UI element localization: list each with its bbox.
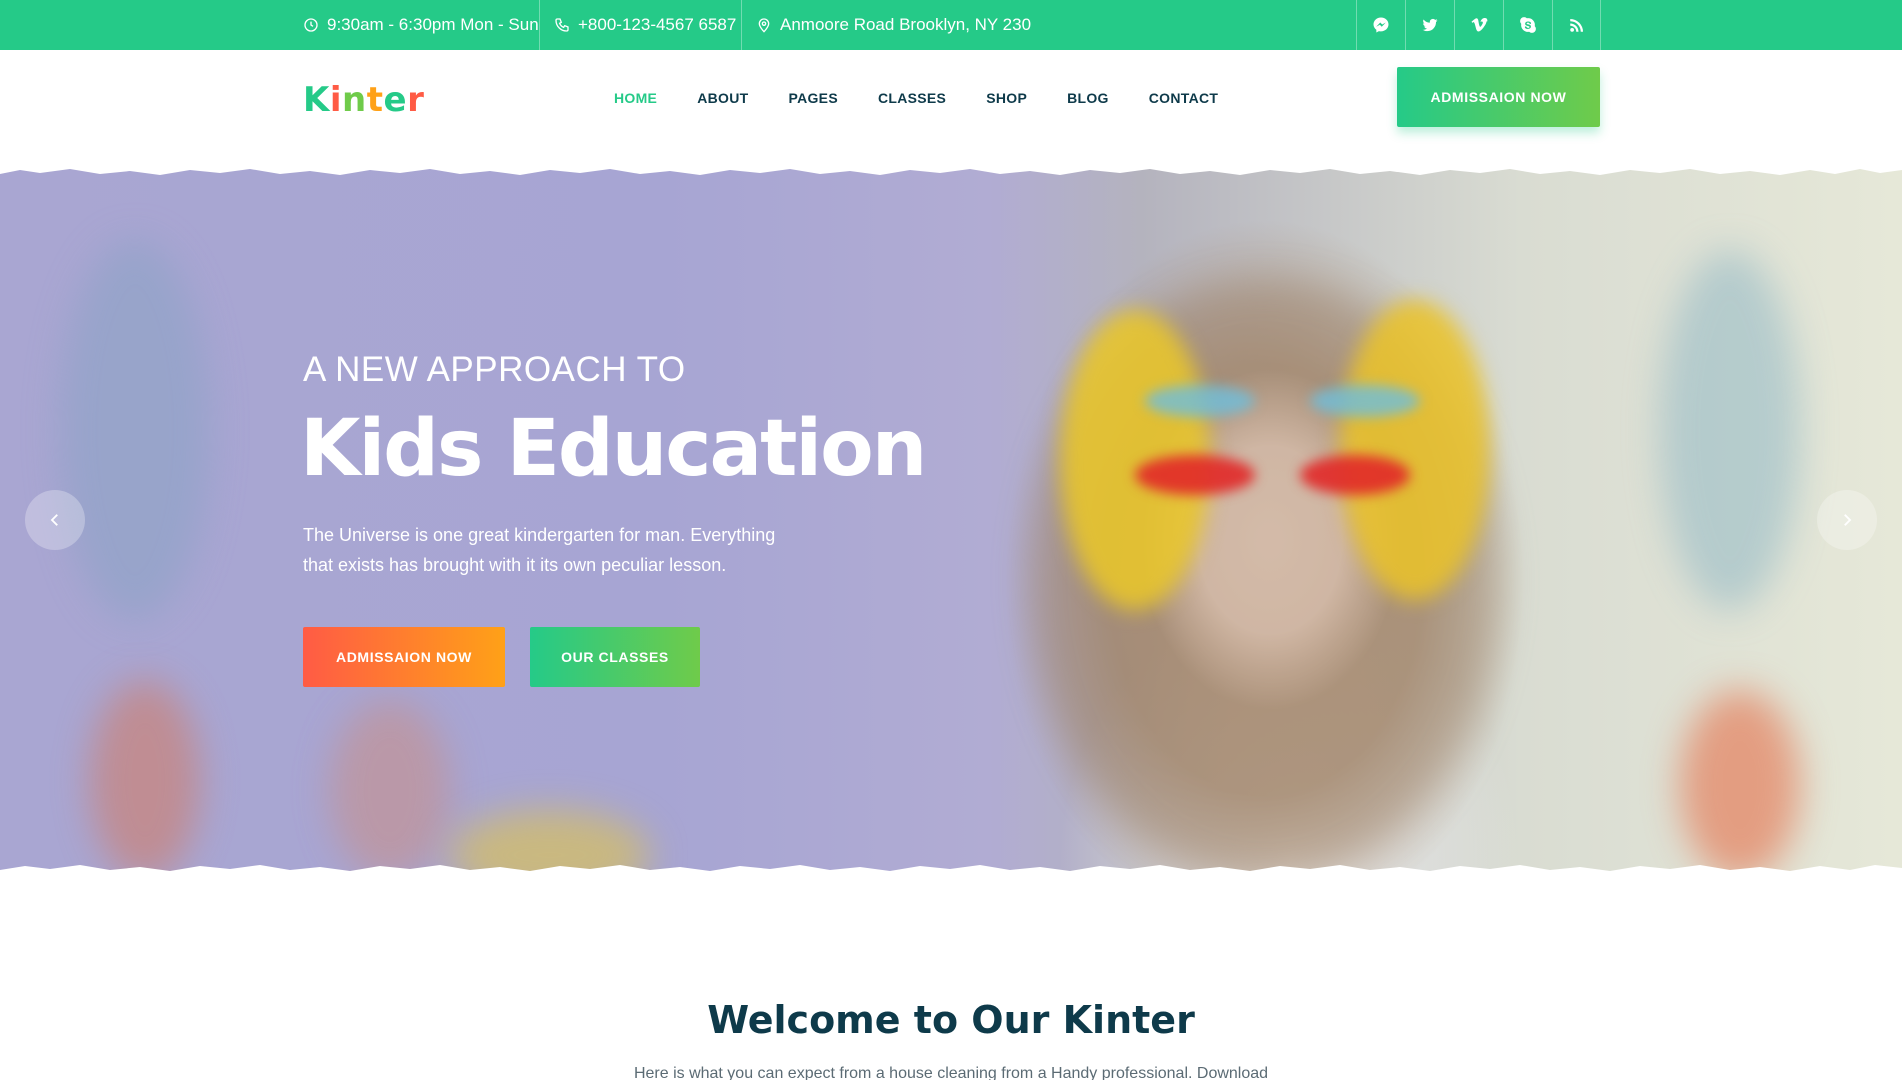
vimeo-icon[interactable] [1454, 0, 1503, 50]
chevron-left-icon [50, 514, 58, 526]
hero-background-shape [90, 680, 200, 880]
messenger-icon[interactable] [1356, 0, 1405, 50]
slider-next-button[interactable] [1817, 490, 1877, 550]
nav-classes[interactable]: CLASSES [878, 90, 946, 106]
hours-info: 9:30am - 6:30pm Mon - Sun [303, 0, 539, 50]
torn-edge-top [0, 160, 1902, 175]
hero-admission-button[interactable]: ADMISSAION NOW [303, 627, 505, 687]
hero-background-shape [1680, 690, 1800, 880]
admission-button[interactable]: ADMISSAION NOW [1397, 67, 1600, 127]
hero-description: The Universe is one great kindergarten f… [303, 525, 776, 575]
nav-blog[interactable]: BLOG [1067, 90, 1109, 106]
main-nav: HOME ABOUT PAGES CLASSES SHOP BLOG CONTA… [614, 90, 1258, 106]
skype-icon[interactable] [1503, 0, 1552, 50]
section-text: Here is what you can expect from a house… [633, 1065, 1269, 1080]
logo-letter: K [303, 80, 330, 120]
site-header: Kinter HOME ABOUT PAGES CLASSES SHOP BLO… [0, 50, 1902, 160]
slider-prev-button[interactable] [25, 490, 85, 550]
map-pin-icon [758, 18, 770, 33]
hero-background-shape [1310, 385, 1420, 417]
section-title: Welcome to Our Kinter [707, 998, 1195, 1042]
hero-background-shape [1135, 455, 1255, 495]
hero-background-shape [1145, 385, 1255, 417]
twitter-icon[interactable] [1405, 0, 1454, 50]
phone-info[interactable]: +800-123-4567 6587 [554, 0, 736, 50]
logo-letter: n [342, 80, 367, 120]
logo-letter: e [383, 80, 408, 120]
chevron-right-icon [1844, 514, 1852, 526]
logo-letter: r [407, 80, 425, 120]
hero-background-shape [1300, 455, 1410, 495]
hero-pretitle: A NEW APPROACH TO [303, 350, 686, 389]
hours-text: 9:30am - 6:30pm Mon - Sun [327, 15, 539, 34]
nav-shop[interactable]: SHOP [986, 90, 1027, 106]
top-bar: 9:30am - 6:30pm Mon - Sun +800-123-4567 … [0, 0, 1902, 50]
hero-title: Kids Education [300, 404, 927, 494]
torn-edge-bottom [0, 865, 1902, 880]
hero-slider: A NEW APPROACH TO Kids Education The Uni… [0, 160, 1902, 880]
nav-home[interactable]: HOME [614, 90, 657, 106]
clock-icon [304, 18, 318, 32]
logo-letter: i [329, 80, 343, 120]
hero-classes-button[interactable]: OUR CLASSES [530, 627, 700, 687]
nav-about[interactable]: ABOUT [697, 90, 748, 106]
hero-background-shape [60, 240, 210, 620]
logo[interactable]: Kinter [303, 80, 424, 120]
logo-letter: t [366, 80, 384, 120]
phone-text[interactable]: +800-123-4567 6587 [578, 15, 736, 35]
divider [741, 0, 742, 50]
address-text: Anmoore Road Brooklyn, NY 230 [780, 15, 1032, 34]
hero-background-shape [1340, 300, 1490, 600]
rss-icon[interactable] [1552, 0, 1601, 50]
nav-contact[interactable]: CONTACT [1149, 90, 1219, 106]
nav-pages[interactable]: PAGES [788, 90, 837, 106]
hero-background-shape [330, 700, 450, 880]
phone-icon [555, 18, 569, 32]
address-info: Anmoore Road Brooklyn, NY 230 [756, 0, 1031, 50]
hero-background-shape [1660, 250, 1800, 610]
divider [539, 0, 540, 50]
